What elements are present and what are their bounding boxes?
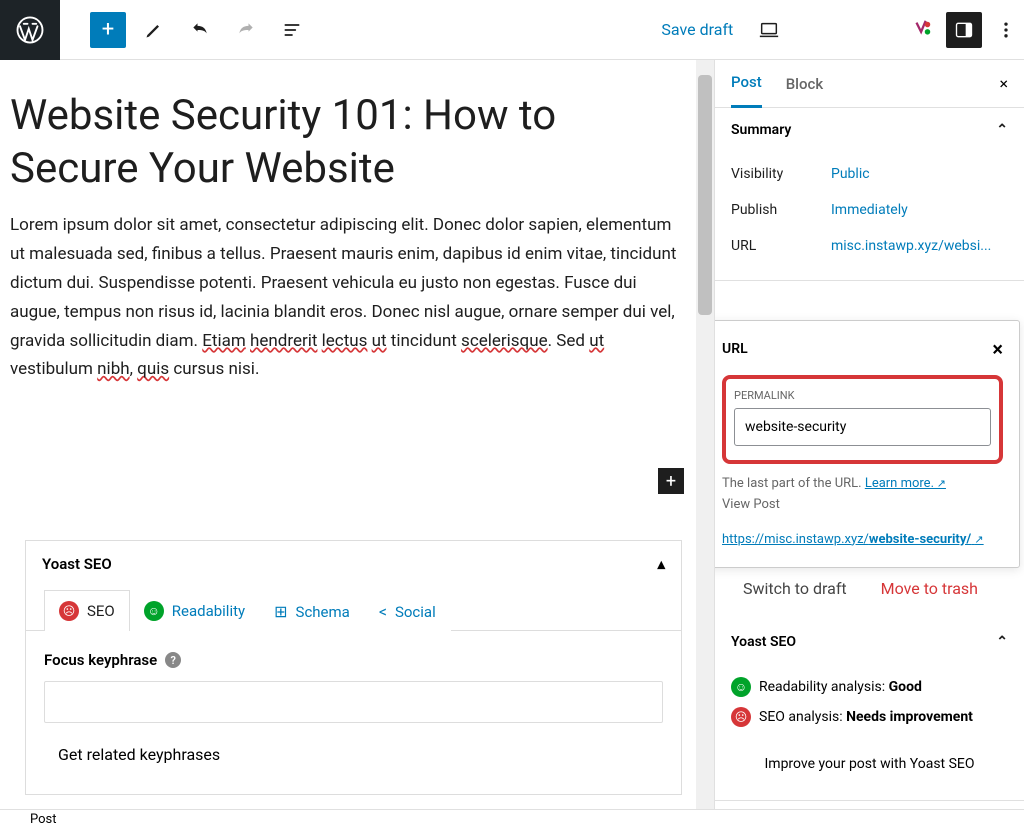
move-to-trash-button[interactable]: Move to trash — [869, 569, 990, 608]
learn-more-link[interactable]: Learn more. ↗ — [865, 476, 946, 491]
full-permalink-link[interactable]: https://misc.instawp.xyz/website-securit… — [722, 528, 1003, 551]
popover-title: URL — [722, 341, 748, 357]
add-block-inline-button[interactable]: + — [658, 468, 684, 494]
view-post-link[interactable]: View Post — [722, 497, 780, 512]
external-icon: ↗ — [934, 477, 946, 490]
yoast-metabox-title: Yoast SEO — [42, 555, 112, 573]
publish-row[interactable]: Publish Immediately — [715, 192, 1024, 228]
undo-button[interactable] — [182, 12, 218, 48]
happy-face-icon: ☺ — [144, 601, 164, 621]
permalink-help-text: The last part of the URL. Learn more. ↗ … — [722, 474, 1003, 516]
undo-icon — [190, 20, 210, 40]
chevron-up-icon: ⌃ — [996, 634, 1008, 650]
pencil-icon — [144, 20, 164, 40]
external-icon: ↗ — [974, 533, 983, 546]
permalink-highlight: PERMALINK — [722, 375, 1003, 464]
settings-sidebar: Post Block × Summary ⌃ Visibility Public… — [714, 60, 1024, 809]
tab-block[interactable]: Block — [786, 61, 823, 107]
settings-sidebar-toggle[interactable] — [946, 12, 982, 48]
summary-panel: Summary ⌃ Visibility Public Publish Imme… — [715, 108, 1024, 281]
laptop-icon — [758, 19, 780, 41]
redo-button[interactable] — [228, 12, 264, 48]
tab-social[interactable]: < Social — [364, 591, 451, 631]
related-keyphrases-button[interactable]: Get related keyphrases — [44, 735, 234, 774]
breadcrumb[interactable]: Post — [30, 812, 57, 827]
sidebar-tabs: Post Block × — [715, 60, 1024, 108]
visibility-row[interactable]: Visibility Public — [715, 156, 1024, 192]
improve-with-yoast-button[interactable]: Improve your post with Yoast SEO — [731, 744, 1008, 784]
document-outline-button[interactable] — [274, 12, 310, 48]
url-popover: URL × PERMALINK The last part of the URL… — [714, 320, 1020, 568]
close-icon: × — [999, 74, 1008, 93]
tab-schema[interactable]: ⊞ Schema — [259, 591, 365, 631]
kebab-icon — [996, 20, 1016, 40]
more-options-button[interactable] — [988, 20, 1024, 40]
plus-icon: + — [102, 17, 114, 42]
top-toolbar: + Save draft Publish — [0, 0, 1024, 60]
chevron-up-icon: ⌃ — [996, 122, 1008, 138]
post-content[interactable]: Lorem ipsum dolor sit amet, consectetur … — [0, 211, 714, 384]
edit-mode-button[interactable] — [136, 12, 172, 48]
help-icon[interactable]: ? — [165, 652, 181, 668]
editor-footer: Post — [0, 809, 1024, 829]
wordpress-logo[interactable] — [0, 0, 60, 60]
sad-face-icon: ☹ — [731, 707, 751, 727]
tab-readability[interactable]: ☺ Readability — [129, 590, 260, 631]
editor-scrollbar[interactable] — [696, 60, 714, 809]
publish-button[interactable]: Publish — [801, 10, 890, 49]
tab-seo[interactable]: ☹ SEO — [44, 590, 130, 631]
preview-button[interactable] — [751, 12, 787, 48]
focus-keyphrase-input[interactable] — [44, 681, 663, 723]
yoast-icon — [911, 19, 933, 41]
plus-icon: + — [666, 471, 676, 492]
schema-icon: ⊞ — [274, 602, 287, 621]
close-popover-button[interactable]: × — [992, 337, 1003, 361]
redo-icon — [236, 20, 256, 40]
sidebar-yoast-panel: Yoast SEO ⌃ ☺ Readability analysis: Good… — [715, 620, 1024, 801]
outline-icon — [282, 20, 302, 40]
permalink-label: PERMALINK — [734, 389, 991, 402]
tab-post[interactable]: Post — [731, 60, 762, 108]
add-block-button[interactable]: + — [90, 12, 126, 48]
yoast-metabox: Yoast SEO ▴ ☹ SEO ☺ Readability ⊞ Schema… — [25, 540, 682, 795]
sad-face-icon: ☹ — [59, 601, 79, 621]
editor-canvas[interactable]: Website Security 101: How to Secure Your… — [0, 60, 714, 809]
yoast-toolbar-button[interactable] — [904, 12, 940, 48]
readability-analysis-row: ☺ Readability analysis: Good — [731, 672, 1008, 702]
share-icon: < — [379, 602, 387, 621]
summary-header[interactable]: Summary ⌃ — [715, 108, 1024, 152]
wordpress-icon — [15, 15, 45, 45]
happy-face-icon: ☺ — [731, 677, 751, 697]
collapse-icon: ▴ — [657, 555, 665, 573]
yoast-metabox-header[interactable]: Yoast SEO ▴ — [26, 541, 681, 587]
yoast-tabs: ☹ SEO ☺ Readability ⊞ Schema < Social — [26, 587, 681, 631]
scrollbar-thumb[interactable] — [698, 75, 712, 315]
url-row[interactable]: URL misc.instawp.xyz/websi... — [715, 228, 1024, 264]
close-sidebar-button[interactable]: × — [999, 74, 1008, 93]
seo-analysis-row: ☹ SEO analysis: Needs improvement — [731, 702, 1008, 732]
sidebar-icon — [954, 20, 974, 40]
post-title[interactable]: Website Security 101: How to Secure Your… — [0, 60, 714, 211]
switch-to-draft-button[interactable]: Switch to draft — [731, 569, 859, 608]
save-draft-button[interactable]: Save draft — [661, 20, 733, 39]
focus-keyphrase-label: Focus keyphrase ? — [44, 651, 663, 669]
sidebar-yoast-header[interactable]: Yoast SEO ⌃ — [715, 620, 1024, 664]
permalink-input[interactable] — [734, 408, 991, 446]
